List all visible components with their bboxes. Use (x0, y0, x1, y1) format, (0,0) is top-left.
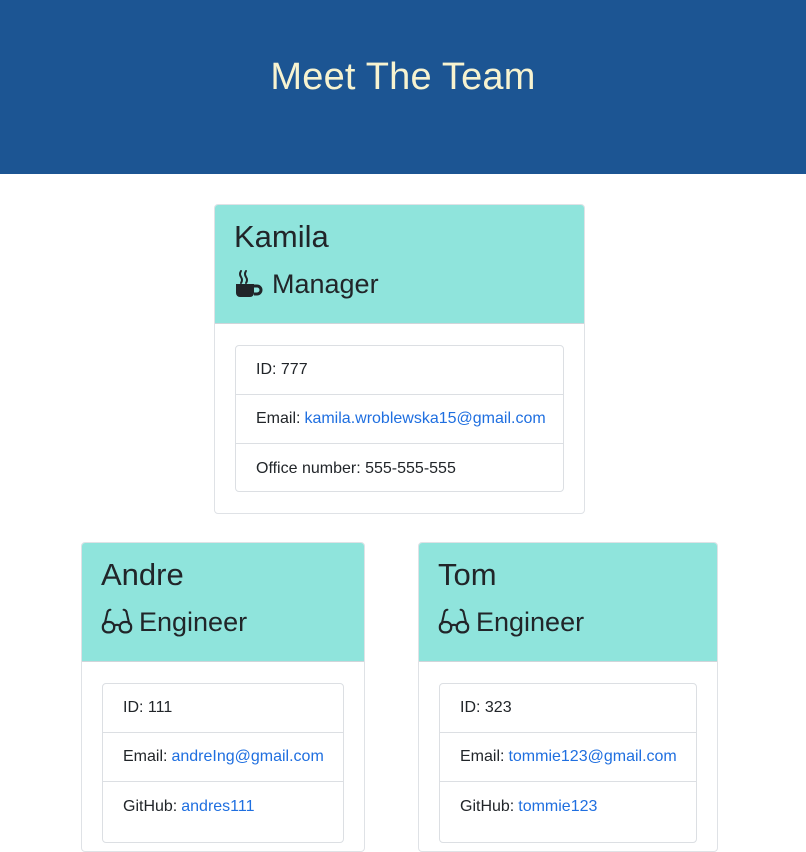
id-row: ID: 111 (103, 684, 343, 733)
engineer-card: Tom Engineer ID: 323 Email: tommie123@gm… (418, 542, 718, 852)
email-row: Email: tommie123@gmail.com (440, 733, 696, 782)
email-row: Email: andreIng@gmail.com (103, 733, 343, 782)
email-row: Email: kamila.wroblewska15@gmail.com (236, 395, 563, 444)
employee-role: Manager (234, 266, 379, 302)
employee-details-list: ID: 111 Email: andreIng@gmail.com GitHub… (102, 683, 344, 843)
employee-role: Engineer (438, 604, 584, 640)
page-title: Meet The Team (270, 56, 536, 98)
office-label: Office number: (256, 459, 361, 477)
employee-name: Tom (438, 557, 497, 592)
glasses-icon (438, 606, 470, 638)
email-link[interactable]: kamila.wroblewska15@gmail.com (304, 410, 545, 428)
role-label: Engineer (139, 606, 248, 637)
email-label: Email: (123, 748, 168, 765)
id-row: ID: 323 (440, 684, 696, 733)
github-label: GitHub: (460, 797, 515, 815)
manager-card: Kamila Manager ID: 777 Email: kamila.wro… (214, 204, 585, 514)
office-number-row: Office number: 555-555-555 (236, 444, 563, 493)
id-label: ID: (123, 699, 144, 716)
engineer-card: Andre Engineer ID: 111 Email: andreIng@g… (81, 542, 365, 852)
coffee-mug-icon (234, 268, 266, 300)
employee-details-list: ID: 777 Email: kamila.wroblewska15@gmail… (235, 345, 564, 492)
id-value: 777 (280, 361, 308, 378)
id-label: ID: (256, 361, 277, 378)
github-link[interactable]: tommie123 (518, 798, 597, 816)
card-header: Tom Engineer (419, 543, 717, 662)
id-label: ID: (460, 699, 481, 716)
page-header: Meet The Team (0, 0, 806, 174)
email-link[interactable]: andreIng@gmail.com (171, 748, 323, 766)
employee-name: Kamila (234, 219, 329, 254)
role-label: Manager (272, 268, 379, 299)
email-label: Email: (460, 748, 505, 765)
office-value: 555-555-555 (365, 459, 456, 477)
id-row: ID: 777 (236, 346, 563, 395)
email-link[interactable]: tommie123@gmail.com (508, 748, 676, 766)
id-value: 323 (484, 699, 512, 716)
card-header: Kamila Manager (215, 205, 584, 324)
card-header: Andre Engineer (82, 543, 364, 662)
role-label: Engineer (476, 606, 585, 637)
employee-name: Andre (101, 557, 184, 592)
employee-details-list: ID: 323 Email: tommie123@gmail.com GitHu… (439, 683, 697, 843)
github-label: GitHub: (123, 797, 178, 815)
employee-role: Engineer (101, 604, 247, 640)
email-label: Email: (256, 410, 301, 427)
glasses-icon (101, 606, 133, 638)
github-link[interactable]: andres111 (181, 798, 254, 816)
id-value: 111 (147, 699, 173, 716)
